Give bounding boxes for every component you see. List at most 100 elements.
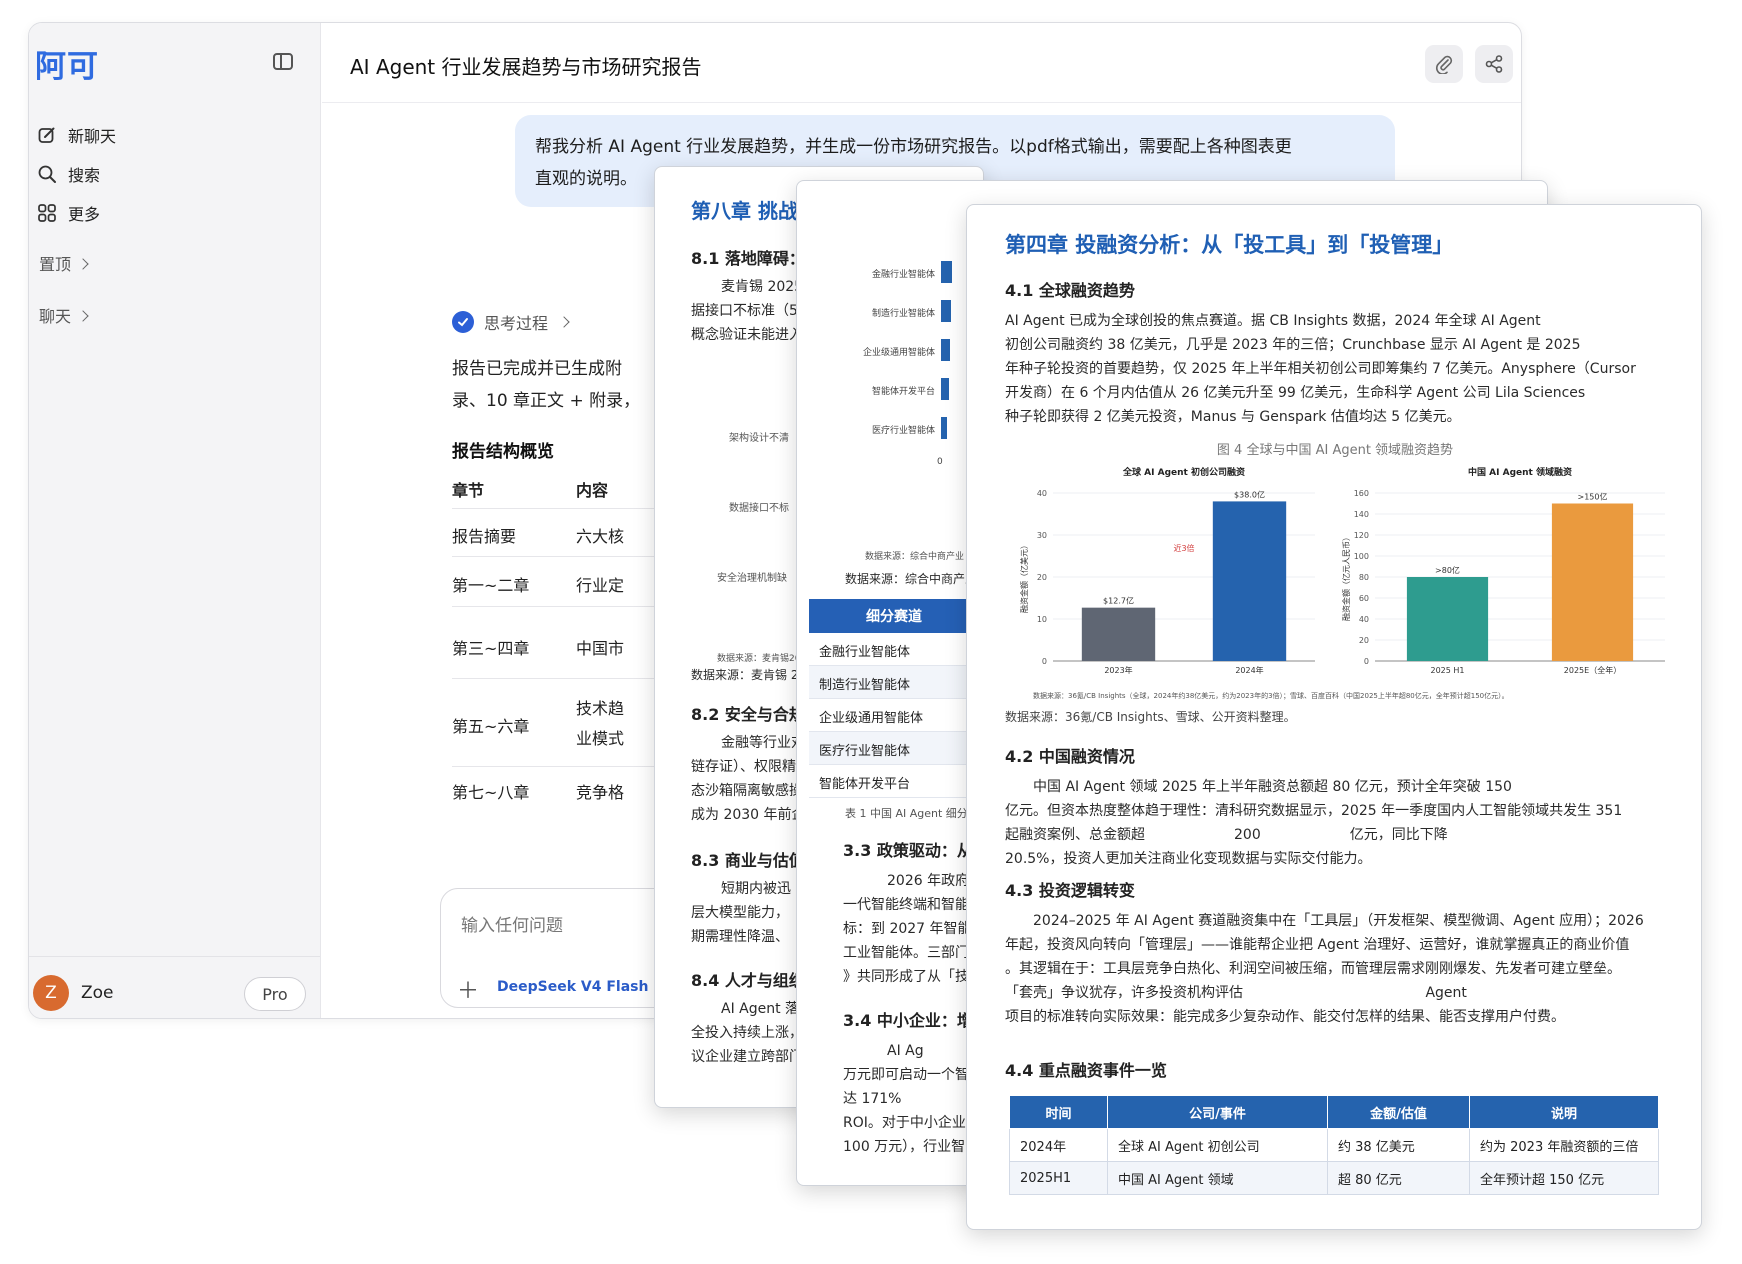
paragraph-line: AI Ag xyxy=(887,1043,924,1059)
plan-badge[interactable]: Pro xyxy=(244,977,306,1011)
y-tick-label: 60 xyxy=(1359,594,1369,603)
table-cell: 全年预计超 150 亿元 xyxy=(1469,1161,1659,1195)
section-heading: 8.4 人才与组织 xyxy=(691,971,805,990)
table-cell: 中国 AI Agent 领域 xyxy=(1107,1161,1328,1195)
table-cell: 第五~六章 xyxy=(452,717,530,736)
y-tick-label: 140 xyxy=(1354,510,1369,519)
add-attachment-icon[interactable]: ＋ xyxy=(457,973,479,1005)
paragraph-line: 2024–2025 年 AI Agent 赛道融资集中在「工具层」（开发框架、模… xyxy=(1033,913,1644,929)
bar-label: 智能体开发平台 xyxy=(872,387,936,397)
table-caption: 表 1 中国 AI Agent 细分 xyxy=(845,807,968,820)
paragraph-line: 项目的标准转向实际效果：能完成多少复杂动作、能交付怎样的结果、能否支撑用户付费。 xyxy=(1005,1009,1565,1025)
y-tick-label: 80 xyxy=(1359,573,1369,582)
section-heading: 4.3 投资逻辑转变 xyxy=(1005,881,1135,900)
section-heading: 3.3 政策驱动：从 xyxy=(843,841,973,860)
paragraph: 2024–2025 年 AI Agent 赛道融资集中在「工具层」（开发框架、模… xyxy=(1005,909,1671,1029)
sidebar-item-search[interactable]: 搜索 xyxy=(37,162,100,186)
table-cell: 约为 2023 年融资额的三倍 xyxy=(1469,1128,1659,1162)
paragraph-line: 议企业建立跨部门 xyxy=(691,1049,803,1065)
app-logo: 阿可 xyxy=(35,49,99,85)
message-input[interactable]: 输入任何问题 xyxy=(461,911,563,936)
paragraph-line: ROI。对于中小企业 xyxy=(843,1115,966,1131)
table-cell: 约 38 亿美元 xyxy=(1327,1128,1470,1162)
paragraph-line: 年种子轮投资的首要趋势，仅 2025 年上半年相关初创公司即筹集约 7 亿美元。… xyxy=(1005,361,1636,377)
section-heading: 8.3 商业与估值 xyxy=(691,851,805,870)
section-heading: 8.1 落地障碍： xyxy=(691,249,805,268)
table-header-cell: 章节 xyxy=(452,481,485,500)
bar-label: 制造行业智能体 xyxy=(872,309,936,319)
bar xyxy=(1212,501,1287,661)
data-label: >80亿 xyxy=(1435,565,1460,575)
section-heading: 8.2 安全与合规 xyxy=(691,705,805,724)
sidebar-section-pinned[interactable]: 置顶 xyxy=(39,251,89,275)
section-heading: 4.1 全球融资趋势 xyxy=(1005,281,1135,300)
paperclip-icon xyxy=(1436,55,1453,74)
table-cell: 报告摘要 xyxy=(452,527,517,546)
thinking-toggle[interactable]: 思考过程 xyxy=(452,310,570,334)
chart-source: 数据来源：综合中商产业 xyxy=(865,552,965,562)
table-row: 2024年 全球 AI Agent 初创公司 约 38 亿美元 约为 2023 … xyxy=(1009,1128,1659,1162)
chart-label: 数据接口不标 xyxy=(729,503,789,514)
paragraph-line: 种子轮即获得 2 亿美元投资，Manus 与 Genspark 估值均达 5 亿… xyxy=(1005,409,1461,425)
section-label: 置顶 xyxy=(39,255,72,274)
paragraph-line: 亿元。但资本热度整体趋于理性：清科研究数据显示，2025 年一季度国内人工智能领… xyxy=(1005,803,1623,819)
sidebar-item-new-chat[interactable]: 新聊天 xyxy=(37,123,116,147)
table-row: 2025H1 中国 AI Agent 领域 超 80 亿元 全年预计超 150 … xyxy=(1009,1161,1659,1195)
paragraph-line: 「套壳」争议犹存，许多投资机构评估 Agent xyxy=(1005,985,1467,1001)
paragraph-line: 达 171% xyxy=(843,1091,902,1107)
chart-label: 安全治理机制缺 xyxy=(717,573,787,584)
bar xyxy=(941,339,950,361)
x-tick-label: 2025 H1 xyxy=(1430,666,1464,675)
avatar[interactable]: Z xyxy=(33,975,69,1011)
table-cell: 业模式 xyxy=(576,729,625,748)
y-tick-label: 40 xyxy=(1037,489,1047,498)
attach-button[interactable] xyxy=(1425,45,1463,83)
document-page-chapter-4: 第四章 投融资分析：从「投工具」到「投管理」 4.1 全球融资趋势 AI Age… xyxy=(966,204,1702,1230)
sidebar-item-more[interactable]: 更多 xyxy=(37,201,100,225)
table-cell: 竞争格 xyxy=(576,783,625,802)
y-tick-label: 40 xyxy=(1359,615,1369,624)
share-button[interactable] xyxy=(1475,45,1513,83)
table-cell: 2024年 xyxy=(1009,1128,1108,1162)
check-circle-icon xyxy=(452,311,474,333)
sidebar: 阿可 新聊天 搜索 更多 置顶 聊天 Z Zoe Pro xyxy=(29,23,321,1018)
chapter-title: 第八章 挑战 xyxy=(691,199,798,223)
section-heading: 3.4 中小企业：增 xyxy=(843,1011,973,1030)
user-panel[interactable]: Z Zoe Pro xyxy=(29,956,320,1018)
paragraph-line: 20.5%，投资人更加关注商业化变现数据与实际交付能力。 xyxy=(1005,851,1372,867)
paragraph-line: 全投入持续上涨， xyxy=(691,1025,803,1041)
sidebar-item-label: 新聊天 xyxy=(68,127,117,146)
bar-label: 医疗行业智能体 xyxy=(872,426,936,436)
figure-source: 数据来源：综合中商产业 xyxy=(845,572,978,586)
table-row: 智能体开发平台 xyxy=(809,765,979,798)
paragraph-line: 100 万元），行业智 xyxy=(843,1139,966,1155)
bar xyxy=(1081,607,1156,661)
user-name: Zoe xyxy=(81,983,114,1003)
table-header-cell: 内容 xyxy=(576,481,609,500)
data-label: $38.0亿 xyxy=(1234,489,1265,499)
table-cell: 六大核 xyxy=(576,527,625,546)
figure-caption: 图 4 全球与中国 AI Agent 领域融资趋势 xyxy=(1216,443,1454,458)
paragraph-line: 链存证）、权限精 xyxy=(691,759,796,775)
paragraph-line: AI Agent 已成为全球创投的焦点赛道。据 CB Insights 数据，2… xyxy=(1005,313,1541,329)
grid-icon xyxy=(37,203,57,223)
paragraph-line: 一代智能终端和智能 xyxy=(843,897,969,913)
table-header-row: 时间 公司/事件 金额/估值 说明 xyxy=(1009,1095,1659,1129)
table-cell: 2025H1 xyxy=(1009,1161,1108,1195)
paragraph-line: 工业智能体。三部门 xyxy=(843,945,969,961)
y-tick-label: 20 xyxy=(1359,636,1369,645)
model-selector[interactable]: DeepSeek V4 Flash xyxy=(497,979,648,995)
y-tick-label: 0 xyxy=(1042,657,1047,666)
table-header-cell: 说明 xyxy=(1469,1095,1659,1129)
paragraph-line: 短期内被迅 xyxy=(721,881,791,897)
bar xyxy=(941,378,949,400)
sidebar-section-chats[interactable]: 聊天 xyxy=(39,303,89,327)
paragraph-line: 标：到 2027 年智能 xyxy=(843,921,972,937)
thinking-label: 思考过程 xyxy=(484,314,549,333)
table-header-cell: 金额/估值 xyxy=(1327,1095,1470,1129)
paragraph-line: 麦肯锡 2025 xyxy=(721,279,804,295)
sidebar-toggle-icon[interactable] xyxy=(273,53,293,70)
y-axis-label: 融资金额（亿美元） xyxy=(1019,541,1029,613)
bar-label: 企业级通用智能体 xyxy=(863,348,936,358)
paragraph-line: 年起，投资风向转向「管理层」——谁能帮企业把 Agent 治理好、运营好，谁就掌… xyxy=(1005,937,1630,953)
